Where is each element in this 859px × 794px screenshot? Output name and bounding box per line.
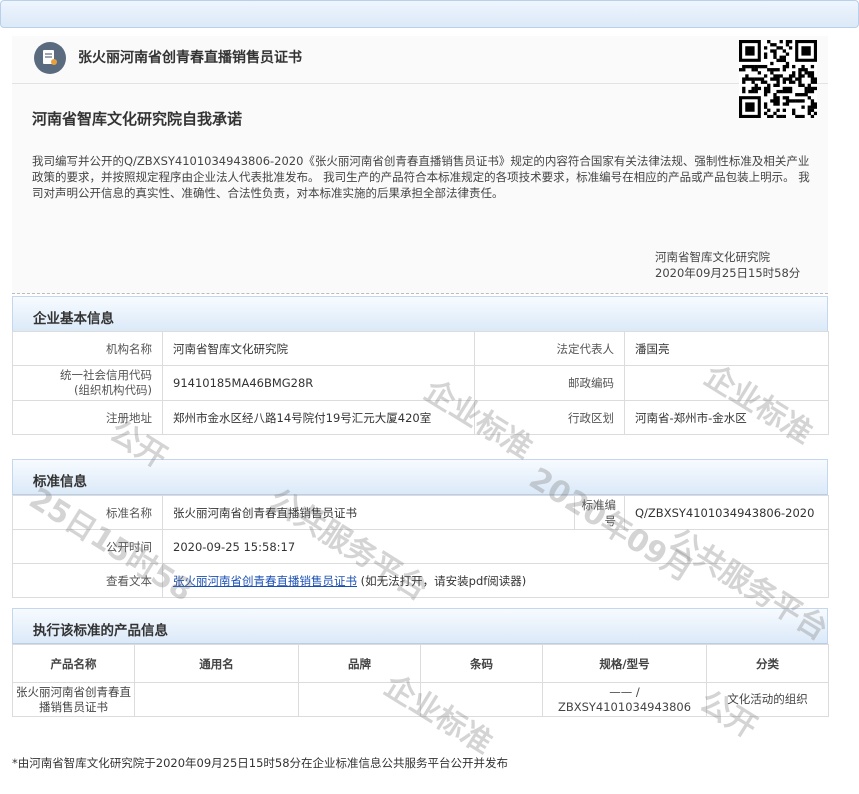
- products-section-title: 执行该标准的产品信息: [33, 623, 168, 639]
- table-row: 注册地址 郑州市金水区经八路14号院付19号汇元大厦420室 行政区划 河南省-…: [12, 400, 829, 435]
- standard-info-table: 标准名称 张火丽河南省创青春直播销售员证书 标准编号 Q/ZBXSY410103…: [12, 495, 829, 598]
- cell-brand: [298, 682, 421, 717]
- postcode-label: 邮政编码: [474, 365, 625, 401]
- standard-number-value: Q/ZBXSY4101034943806-2020: [624, 495, 829, 530]
- col-header-barcode: 条码: [420, 644, 543, 683]
- col-header-product-name: 产品名称: [12, 644, 135, 683]
- certificate-icon: [34, 42, 66, 74]
- qr-code: [739, 40, 818, 119]
- standard-section-header: 标准信息: [12, 459, 828, 495]
- standard-section-title: 标准信息: [33, 474, 87, 490]
- legal-rep-value: 潘国亮: [624, 331, 829, 366]
- company-section-header: 企业基本信息: [12, 296, 828, 332]
- pledge-text: 我司编写并公开的Q/ZBXSY4101034943806-2020《张火丽河南省…: [32, 154, 810, 200]
- publish-footer: *由河南省智库文化研究院于2020年09月25日15时58分在企业标准信息公共服…: [12, 756, 509, 770]
- legal-rep-label: 法定代表人: [474, 331, 625, 366]
- address-value: 郑州市金水区经八路14号院付19号汇元大厦420室: [162, 400, 475, 435]
- table-row: 标准名称 张火丽河南省创青春直播销售员证书 标准编号 Q/ZBXSY410103…: [12, 495, 829, 530]
- org-name-value: 河南省智库文化研究院: [162, 331, 475, 366]
- cell-generic-name: [134, 682, 299, 717]
- cell-spec: —— / ZBXSY4101034943806: [542, 682, 707, 717]
- postcode-value: [624, 365, 829, 401]
- view-text-cell: 张火丽河南省创青春直播销售员证书 (如无法打开，请安装pdf阅读器): [162, 563, 829, 598]
- publish-time-label: 公开时间: [12, 529, 163, 564]
- products-table: 产品名称 通用名 品牌 条码 规格/型号 分类 张火丽河南省创青春直播销售员证书…: [12, 644, 829, 717]
- pledge-title: 河南省智库文化研究院自我承诺: [32, 110, 243, 128]
- col-header-spec: 规格/型号: [542, 644, 707, 683]
- region-label: 行政区划: [474, 400, 625, 435]
- standard-name-label: 标准名称: [12, 495, 163, 530]
- table-row: 公开时间 2020-09-25 15:58:17: [12, 529, 829, 564]
- org-name-label: 机构名称: [12, 331, 163, 366]
- company-info-table: 机构名称 河南省智库文化研究院 法定代表人 潘国亮 统一社会信用代码 (组织机构…: [12, 331, 829, 435]
- credit-code-value: 91410185MA46BMG28R: [162, 365, 475, 401]
- top-banner: [0, 0, 859, 28]
- cert-title: 张火丽河南省创青春直播销售员证书: [78, 50, 302, 66]
- sign-org: 河南省智库文化研究院: [655, 250, 770, 264]
- pledge-card: 张火丽河南省创青春直播销售员证书 河南省智库文化研究院自我承诺 我司编写并公开的…: [12, 36, 828, 294]
- col-header-generic-name: 通用名: [134, 644, 299, 683]
- table-row: 查看文本 张火丽河南省创青春直播销售员证书 (如无法打开，请安装pdf阅读器): [12, 563, 829, 598]
- view-pdf-link[interactable]: 张火丽河南省创青春直播销售员证书: [173, 574, 357, 588]
- view-text-label: 查看文本: [12, 563, 163, 598]
- standard-number-label: 标准编号: [574, 495, 625, 530]
- sign-time: 2020年09月25日15时58分: [655, 266, 801, 280]
- region-value: 河南省-郑州市-金水区: [624, 400, 829, 435]
- cell-barcode: [420, 682, 543, 717]
- table-row: 统一社会信用代码 (组织机构代码) 91410185MA46BMG28R 邮政编…: [12, 365, 829, 401]
- cell-product-name: 张火丽河南省创青春直播销售员证书: [12, 682, 135, 717]
- credit-code-label-line2: (组织机构代码): [74, 383, 152, 397]
- publish-time-value: 2020-09-25 15:58:17: [162, 529, 829, 564]
- table-row: 张火丽河南省创青春直播销售员证书 —— / ZBXSY4101034943806…: [12, 682, 829, 717]
- credit-code-label-line1: 统一社会信用代码: [60, 368, 152, 382]
- col-header-brand: 品牌: [298, 644, 421, 683]
- cell-category: 文化活动的组织: [706, 682, 829, 717]
- standard-name-value: 张火丽河南省创青春直播销售员证书: [162, 495, 575, 530]
- company-section-title: 企业基本信息: [33, 311, 114, 327]
- credit-code-label: 统一社会信用代码 (组织机构代码): [12, 365, 163, 401]
- table-row: 机构名称 河南省智库文化研究院 法定代表人 潘国亮: [12, 331, 829, 366]
- address-label: 注册地址: [12, 400, 163, 435]
- cert-header: 张火丽河南省创青春直播销售员证书: [12, 36, 828, 84]
- view-pdf-note: (如无法打开，请安装pdf阅读器): [357, 573, 527, 588]
- col-header-category: 分类: [706, 644, 829, 683]
- table-header-row: 产品名称 通用名 品牌 条码 规格/型号 分类: [12, 644, 829, 683]
- products-section-header: 执行该标准的产品信息: [12, 608, 828, 644]
